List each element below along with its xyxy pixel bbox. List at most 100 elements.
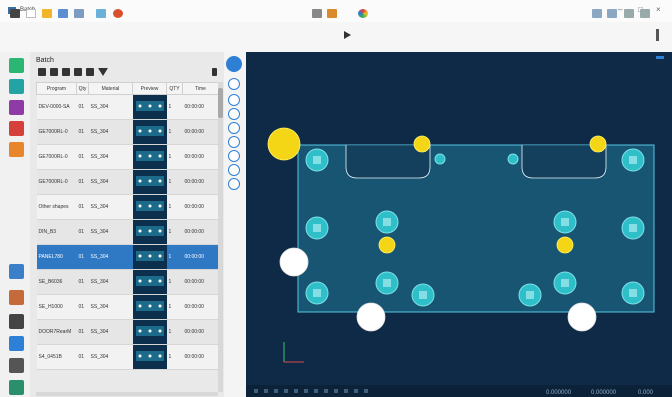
row-qty-b: 1 bbox=[166, 344, 183, 370]
forward-icon[interactable] bbox=[607, 9, 617, 18]
tools-icon[interactable] bbox=[9, 336, 24, 351]
zoom-out-icon[interactable] bbox=[228, 94, 240, 106]
table-row[interactable]: PANEL780 01 SS_304 1 00:00:00 bbox=[36, 244, 219, 270]
row-program: DEV-0000-SA bbox=[36, 94, 77, 120]
table-row[interactable]: GE7000RL-0 01 SS_304 1 00:00:00 bbox=[36, 119, 219, 145]
table-row[interactable]: DEV-0000-SA 01 SS_304 1 00:00:00 bbox=[36, 94, 219, 120]
parts-icon[interactable] bbox=[9, 290, 24, 305]
column-header[interactable]: QTY bbox=[166, 82, 183, 95]
table-row[interactable]: S4_0451B 01 SS_304 1 00:00:00 bbox=[36, 344, 219, 370]
part-thumbnail bbox=[133, 170, 167, 194]
row-preview bbox=[132, 219, 167, 245]
part-thumbnail bbox=[133, 245, 167, 269]
machine-icon[interactable] bbox=[9, 314, 24, 329]
batch-orange-icon[interactable] bbox=[9, 142, 24, 157]
minimize-button[interactable]: – bbox=[618, 6, 622, 14]
pin-icon[interactable] bbox=[226, 56, 242, 72]
rotate-icon[interactable] bbox=[228, 122, 240, 134]
batch-green-icon[interactable] bbox=[9, 58, 24, 73]
table-row[interactable]: DIN_B3 01 SS_304 1 00:00:00 bbox=[36, 219, 219, 245]
row-preview bbox=[132, 244, 167, 270]
zoom-in-icon[interactable] bbox=[228, 78, 240, 90]
table-scroll-thumb[interactable] bbox=[218, 88, 223, 118]
row-program: S4_0451B bbox=[36, 344, 77, 370]
info-icon[interactable] bbox=[656, 29, 659, 41]
row-program: GE7000RL-0 bbox=[36, 169, 77, 195]
layout-icon[interactable] bbox=[9, 380, 24, 395]
new-icon[interactable] bbox=[26, 9, 36, 18]
row-program: SE_B6036 bbox=[36, 269, 77, 295]
play-icon[interactable] bbox=[344, 31, 351, 39]
export-batch-icon[interactable] bbox=[62, 68, 70, 76]
row-qty: 01 bbox=[76, 219, 89, 245]
reset-view-icon[interactable] bbox=[228, 178, 240, 190]
fit-view-icon[interactable] bbox=[228, 164, 240, 176]
open-icon[interactable] bbox=[42, 9, 52, 18]
row-time: 00:00:00 bbox=[182, 119, 219, 145]
edit-icon[interactable] bbox=[327, 9, 337, 18]
column-header[interactable]: Preview bbox=[132, 82, 167, 95]
row-qty-b: 1 bbox=[166, 144, 183, 170]
row-time: 00:00:00 bbox=[182, 319, 219, 345]
save-icon[interactable] bbox=[58, 9, 68, 18]
cad-canvas[interactable]: 0.000000 0.000000 0.000 bbox=[246, 52, 672, 397]
delete-batch-icon[interactable] bbox=[86, 68, 94, 76]
row-material: SS_304 bbox=[88, 219, 133, 245]
fit-icon[interactable] bbox=[640, 9, 650, 18]
row-program: DOOR7RearM bbox=[36, 319, 77, 345]
settings-icon[interactable] bbox=[113, 9, 123, 18]
home-icon[interactable] bbox=[9, 264, 24, 279]
back-icon[interactable] bbox=[592, 9, 602, 18]
row-preview bbox=[132, 294, 167, 320]
filter-icon[interactable] bbox=[98, 68, 108, 76]
table-row[interactable]: SE_H1000 01 SS_304 1 00:00:00 bbox=[36, 294, 219, 320]
row-material: SS_304 bbox=[88, 344, 133, 370]
canvas-corner-marker bbox=[656, 56, 664, 59]
batch-title: Batch bbox=[36, 57, 54, 64]
column-header[interactable]: Qty bbox=[76, 82, 89, 95]
part-thumbnail bbox=[133, 220, 167, 244]
row-material: SS_304 bbox=[88, 319, 133, 345]
pan-icon[interactable] bbox=[228, 108, 240, 120]
select-icon[interactable] bbox=[228, 150, 240, 162]
part-thumbnail bbox=[133, 95, 167, 119]
table-row[interactable]: DOOR7RearM 01 SS_304 1 00:00:00 bbox=[36, 319, 219, 345]
row-qty: 01 bbox=[76, 119, 89, 145]
row-time: 00:00:00 bbox=[182, 94, 219, 120]
layout-icon[interactable] bbox=[312, 9, 322, 18]
open-batch-icon[interactable] bbox=[38, 68, 46, 76]
row-preview bbox=[132, 319, 167, 345]
export-icon[interactable] bbox=[9, 358, 24, 373]
table-scrollbar[interactable] bbox=[218, 82, 223, 392]
column-header[interactable]: Time bbox=[182, 82, 219, 95]
batch-purple-icon[interactable] bbox=[9, 100, 24, 115]
undo-icon[interactable] bbox=[96, 9, 106, 18]
row-material: SS_304 bbox=[88, 119, 133, 145]
zoom-icon[interactable] bbox=[624, 9, 634, 18]
row-qty: 01 bbox=[76, 144, 89, 170]
row-qty-b: 1 bbox=[166, 169, 183, 195]
color-icon[interactable] bbox=[358, 9, 368, 18]
menu-icon[interactable] bbox=[212, 68, 217, 76]
toolbar bbox=[0, 22, 672, 53]
batch-red-icon[interactable] bbox=[9, 121, 24, 136]
table-hscrollbar[interactable] bbox=[36, 392, 218, 396]
print-icon[interactable] bbox=[74, 9, 84, 18]
measure-icon[interactable] bbox=[228, 136, 240, 148]
column-header[interactable]: Program bbox=[36, 82, 77, 95]
row-time: 00:00:00 bbox=[182, 269, 219, 295]
close-button[interactable]: × bbox=[656, 6, 661, 14]
table-row[interactable]: SE_B6036 01 SS_304 1 00:00:00 bbox=[36, 269, 219, 295]
table-row[interactable]: GE7000RL-0 01 SS_304 1 00:00:00 bbox=[36, 169, 219, 195]
row-program: PANEL780 bbox=[36, 244, 77, 270]
part-thumbnail bbox=[133, 295, 167, 319]
grid-icon[interactable] bbox=[10, 9, 20, 18]
column-header[interactable]: Material bbox=[88, 82, 133, 95]
edit-batch-icon[interactable] bbox=[50, 68, 58, 76]
table-row[interactable]: Other shapes 01 SS_304 1 00:00:00 bbox=[36, 194, 219, 220]
copy-batch-icon[interactable] bbox=[74, 68, 82, 76]
row-program: GE7000RL-0 bbox=[36, 119, 77, 145]
row-material: SS_304 bbox=[88, 194, 133, 220]
table-row[interactable]: GE7000RL-0 01 SS_304 1 00:00:00 bbox=[36, 144, 219, 170]
batch-teal-icon[interactable] bbox=[9, 79, 24, 94]
